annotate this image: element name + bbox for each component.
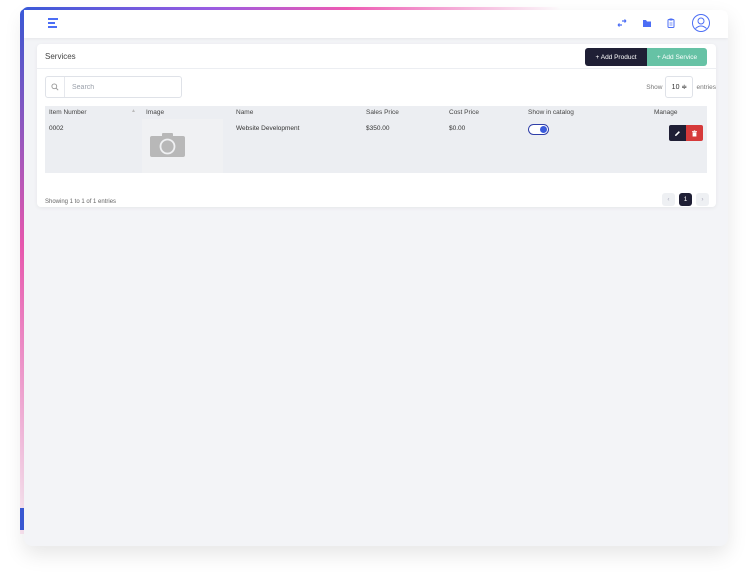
table-header: Item Number ▲ Image Name Sales Price Cos… [45,106,707,119]
add-product-button[interactable]: + Add Product [585,48,647,66]
prev-page-button[interactable]: ‹ [662,193,675,206]
cell-sales-price: $350.00 [366,125,390,132]
header-cost-price[interactable]: Cost Price [449,109,479,116]
entries-select[interactable]: 10 ≑ [665,76,694,98]
swap-icon[interactable] [616,17,628,29]
entries-show-label: Show [646,83,663,91]
search-input[interactable] [65,77,181,97]
add-service-button[interactable]: + Add Service [647,48,707,66]
edit-button[interactable] [669,125,686,141]
user-avatar-icon[interactable] [691,13,711,33]
pencil-icon [675,130,680,136]
trash-icon [692,129,697,136]
card-title: Services [45,52,76,61]
menu-icon[interactable] [48,18,58,28]
sort-asc-icon: ▲ [131,108,136,114]
header-image: Image [146,109,165,116]
toggle-knob [540,126,547,133]
entries-suffix-label: entries [696,83,716,91]
table-row: 0002 Website Development $350.00 $0.00 [45,119,707,173]
table-info: Showing 1 to 1 of 1 entries [45,199,117,205]
next-page-button[interactable]: › [696,193,709,206]
entries-control: Show 10 ≑ entries [646,76,716,98]
header-item-number[interactable]: Item Number [49,109,87,116]
clipboard-icon[interactable] [665,17,677,29]
cell-cost-price: $0.00 [449,125,466,132]
show-in-catalog-toggle[interactable] [528,124,549,135]
app-frame: Services + Add Product + Add Service Sho… [24,10,728,546]
folder-icon[interactable] [641,17,653,29]
cell-name: Website Development [236,125,300,132]
card-divider [37,68,716,69]
delete-button[interactable] [686,125,703,141]
page-1-button[interactable]: 1 [679,193,692,206]
add-button-group: + Add Product + Add Service [585,48,707,66]
cell-image [142,119,223,173]
header-sales-price[interactable]: Sales Price [366,109,399,116]
services-table: Item Number ▲ Image Name Sales Price Cos… [45,106,707,173]
pagination: ‹ 1 › [658,193,709,206]
header-show-in-catalog[interactable]: Show in catalog [528,109,574,116]
cell-item-number: 0002 [49,125,64,132]
header-manage: Manage [654,109,678,116]
search-box [45,76,182,98]
header-name[interactable]: Name [236,109,253,116]
services-card: Services + Add Product + Add Service Sho… [37,44,716,207]
camera-placeholder-icon [150,133,185,157]
top-bar [24,10,728,38]
search-icon [46,77,65,97]
